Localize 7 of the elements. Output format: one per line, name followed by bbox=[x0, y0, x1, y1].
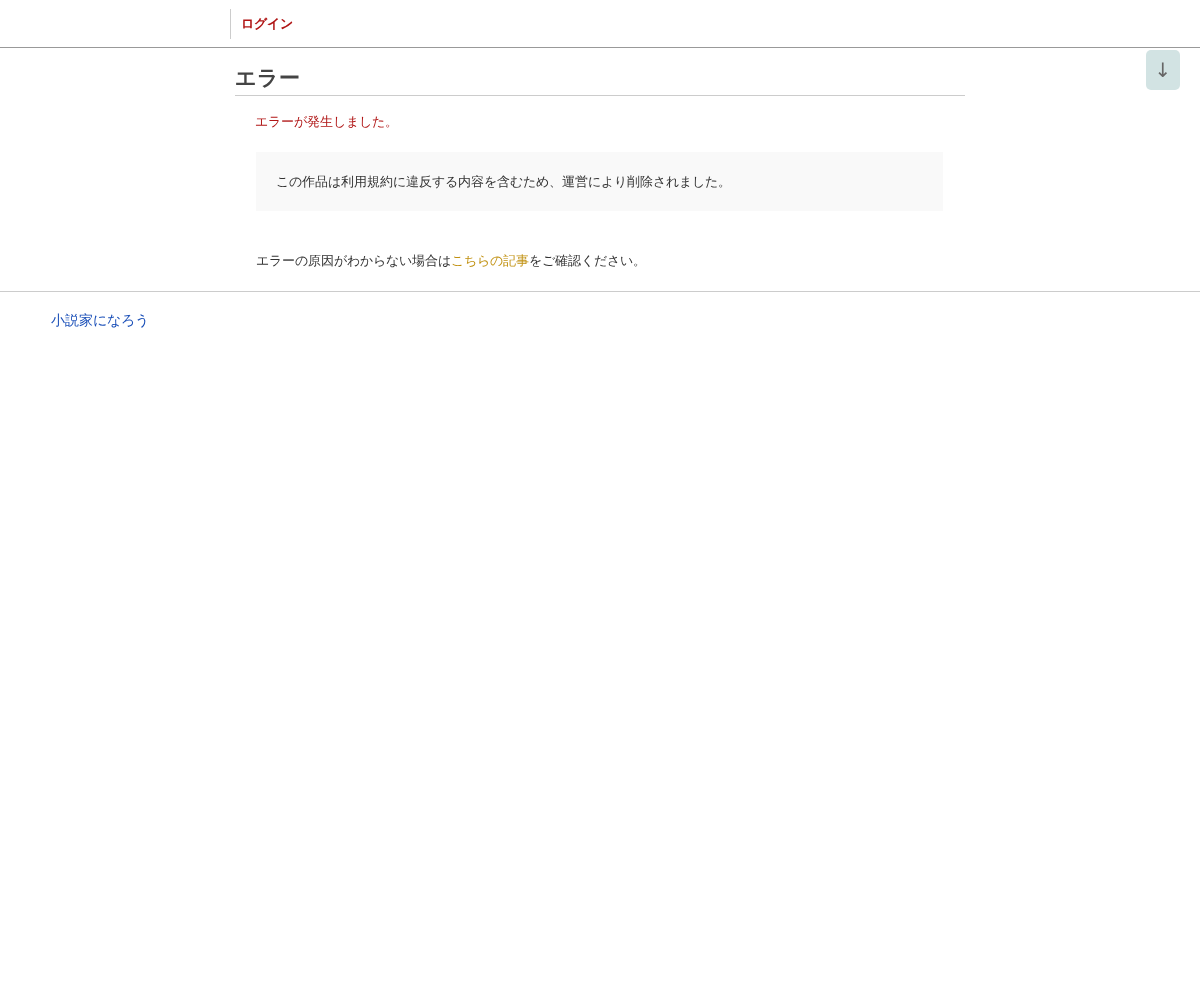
site-link[interactable]: 小説家になろう bbox=[51, 311, 149, 328]
login-link[interactable]: ログイン bbox=[241, 13, 293, 34]
notice-text: この作品は利用規約に違反する内容を含むため、運営により削除されました。 bbox=[276, 173, 731, 189]
page-title: エラー bbox=[235, 64, 965, 96]
help-text: エラーの原因がわからない場合はこちらの記事をご確認ください。 bbox=[256, 252, 647, 270]
scroll-down-button[interactable]: ↓ bbox=[1146, 50, 1180, 90]
error-message: エラーが発生しました。 bbox=[255, 113, 399, 131]
